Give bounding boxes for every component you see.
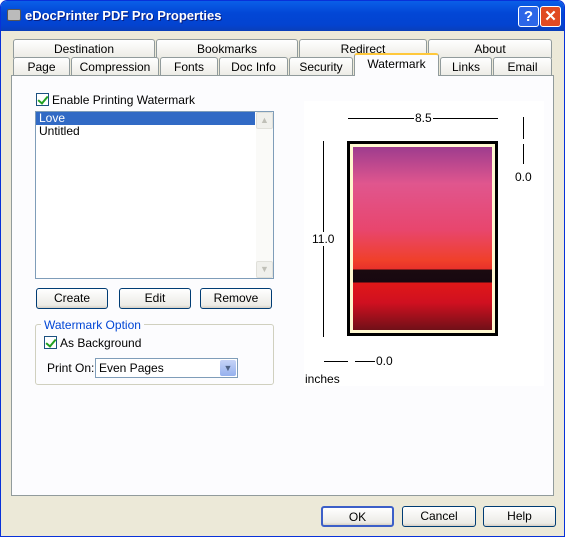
print-on-value: Even Pages — [99, 361, 164, 375]
width-value: 8.5 — [414, 111, 433, 125]
tab-page[interactable]: Page — [13, 57, 70, 76]
tab-watermark[interactable]: Watermark — [354, 53, 439, 76]
print-on-select[interactable]: Even Pages ▼ — [95, 358, 238, 378]
help-title-button[interactable]: ? — [518, 6, 539, 27]
tab-links[interactable]: Links — [440, 57, 492, 76]
as-background-label: As Background — [60, 336, 142, 350]
tab-doc-info[interactable]: Doc Info — [219, 57, 288, 76]
scroll-up-icon[interactable]: ▲ — [256, 112, 273, 129]
create-button[interactable]: Create — [36, 288, 108, 309]
edit-button[interactable]: Edit — [119, 288, 191, 309]
as-background-checkbox[interactable] — [44, 336, 57, 349]
watermark-image-preview — [347, 141, 498, 336]
enable-watermark-label: Enable Printing Watermark — [52, 93, 195, 107]
chevron-down-icon[interactable]: ▼ — [220, 360, 236, 376]
top-arrow-down — [523, 117, 524, 139]
cancel-button[interactable]: Cancel — [402, 506, 476, 527]
left-arrow-left — [355, 361, 375, 362]
title-bar: eDocPrinter PDF Pro Properties ? ✕ — [1, 1, 564, 31]
remove-button[interactable]: Remove — [200, 288, 272, 309]
enable-watermark-checkbox[interactable] — [36, 93, 49, 106]
sunset-image — [353, 147, 492, 330]
scroll-down-icon[interactable]: ▼ — [256, 261, 273, 278]
left-offset-value: 0.0 — [376, 354, 393, 368]
ok-button[interactable]: OK — [321, 506, 394, 527]
tab-compression[interactable]: Compression — [71, 57, 159, 76]
tab-about[interactable]: About — [428, 39, 552, 58]
watermark-list[interactable]: Love Untitled ▲ ▼ — [35, 111, 274, 279]
top-offset-value: 0.0 — [515, 170, 532, 184]
tab-destination[interactable]: Destination — [13, 39, 155, 58]
units-label: inches — [305, 372, 340, 386]
list-item[interactable]: Untitled — [36, 125, 273, 138]
properties-window: eDocPrinter PDF Pro Properties ? ✕ Desti… — [0, 0, 565, 537]
left-arrow-right — [324, 361, 348, 362]
top-arrow-up — [523, 144, 524, 164]
tab-fonts[interactable]: Fonts — [160, 57, 218, 76]
printer-icon — [7, 9, 21, 21]
help-button[interactable]: Help — [483, 506, 556, 527]
window-title: eDocPrinter PDF Pro Properties — [25, 8, 222, 23]
watermark-option-label: Watermark Option — [41, 318, 144, 332]
tab-email[interactable]: Email — [493, 57, 552, 76]
tab-bookmarks[interactable]: Bookmarks — [156, 39, 298, 58]
print-on-label: Print On: — [47, 361, 95, 375]
height-value: 11.0 — [312, 232, 335, 246]
close-button[interactable]: ✕ — [540, 6, 561, 27]
tab-security[interactable]: Security — [289, 57, 353, 76]
scrollbar[interactable]: ▲ ▼ — [256, 112, 273, 278]
